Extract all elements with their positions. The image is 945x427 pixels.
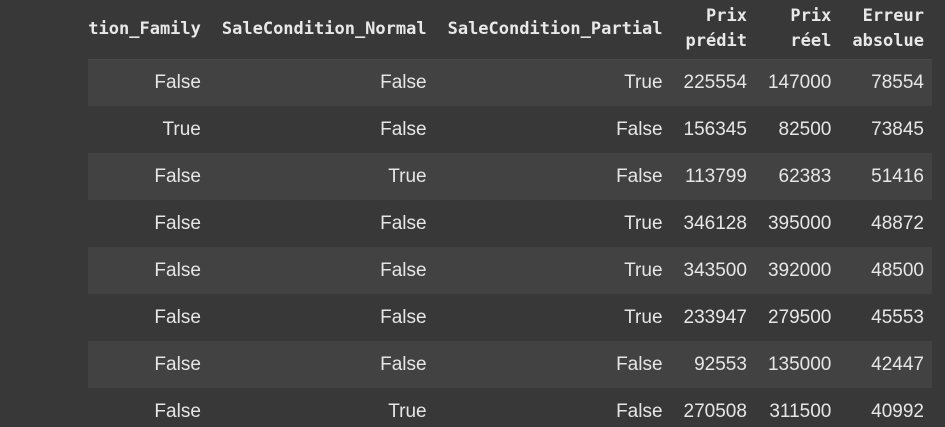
cell-sale-condition-normal: False (380, 353, 427, 375)
cell-prix-predit: 156345 (683, 118, 747, 140)
cell-prix-predit: 92553 (694, 353, 747, 375)
cell-sale-condition-normal: False (380, 212, 427, 234)
cell-prix-predit: 225554 (683, 71, 747, 93)
cell-sale-condition-family: False (154, 353, 201, 375)
cell-prix-reel: 62383 (778, 165, 832, 187)
cell-erreur-absolue: 78554 (871, 71, 924, 93)
table-body: False False True 225554 147000 78554 Tru… (88, 59, 932, 427)
table-row: False False True 233947 279500 45553 (88, 294, 932, 341)
cell-sale-condition-normal: True (388, 165, 427, 187)
results-table: tion_Family SaleCondition_Normal SaleCon… (88, 0, 932, 427)
table-row: False False True 346128 395000 48872 (88, 200, 932, 247)
cell-sale-condition-family: False (154, 165, 201, 187)
column-header-sale-condition-normal: SaleCondition_Normal (221, 18, 427, 39)
cell-prix-predit: 343500 (683, 259, 747, 281)
cell-sale-condition-family: False (154, 400, 201, 422)
table-row: False True False 270508 311500 40992 (88, 388, 932, 427)
table-row: False False True 343500 392000 48500 (88, 247, 932, 294)
cell-erreur-absolue: 51416 (871, 165, 924, 187)
cell-sale-condition-normal: False (380, 118, 427, 140)
cell-sale-condition-normal: False (380, 259, 427, 281)
cell-prix-reel: 135000 (767, 353, 832, 375)
cell-sale-condition-partial: True (624, 306, 663, 328)
cell-erreur-absolue: 40992 (871, 400, 924, 422)
cell-prix-reel: 147000 (767, 71, 832, 93)
cell-sale-condition-family: True (162, 118, 201, 140)
cell-prix-reel: 82500 (778, 118, 832, 140)
cell-sale-condition-partial: False (616, 165, 663, 187)
cell-erreur-absolue: 45553 (871, 306, 924, 328)
cell-sale-condition-normal: True (388, 400, 427, 422)
column-header-prix-reel: Prix réel (790, 6, 832, 52)
cell-erreur-absolue: 48500 (871, 259, 924, 281)
cell-erreur-absolue: 73845 (871, 118, 924, 140)
cell-sale-condition-partial: False (616, 400, 663, 422)
table-row: False False True 225554 147000 78554 (88, 59, 932, 106)
cell-sale-condition-partial: True (624, 259, 663, 281)
table-row: False False False 92553 135000 42447 (88, 341, 932, 388)
column-header-sale-condition-family: tion_Family (88, 18, 201, 39)
cell-erreur-absolue: 48872 (871, 212, 924, 234)
cell-sale-condition-family: False (154, 259, 201, 281)
cell-sale-condition-family: False (154, 306, 201, 328)
cell-sale-condition-partial: False (616, 118, 663, 140)
cell-sale-condition-normal: False (380, 71, 427, 93)
cell-prix-reel: 279500 (767, 306, 832, 328)
cell-sale-condition-partial: True (624, 212, 663, 234)
column-header-prix-predit: Prix prédit (685, 6, 747, 52)
table-header: tion_Family SaleCondition_Normal SaleCon… (88, 0, 932, 59)
cell-prix-predit: 270508 (683, 400, 747, 422)
cell-erreur-absolue: 42447 (871, 353, 924, 375)
table-row: False True False 113799 62383 51416 (88, 153, 932, 200)
cell-sale-condition-partial: True (624, 71, 663, 93)
cell-prix-reel: 311500 (769, 400, 832, 422)
column-header-erreur-absolue: Erreur absolue (852, 6, 924, 52)
column-header-sale-condition-partial: SaleCondition_Partial (447, 18, 663, 39)
cell-prix-predit: 113799 (684, 165, 747, 187)
cell-prix-predit: 233947 (683, 306, 747, 328)
cell-sale-condition-family: False (154, 212, 201, 234)
cell-sale-condition-normal: False (380, 306, 427, 328)
cell-prix-predit: 346128 (683, 212, 747, 234)
cell-sale-condition-partial: False (616, 353, 663, 375)
cell-prix-reel: 392000 (767, 259, 832, 281)
header-row: tion_Family SaleCondition_Normal SaleCon… (88, 0, 932, 59)
cell-prix-reel: 395000 (767, 212, 832, 234)
dataframe-output: tion_Family SaleCondition_Normal SaleCon… (0, 0, 945, 427)
table-row: True False False 156345 82500 73845 (88, 106, 932, 153)
cell-sale-condition-family: False (154, 71, 201, 93)
